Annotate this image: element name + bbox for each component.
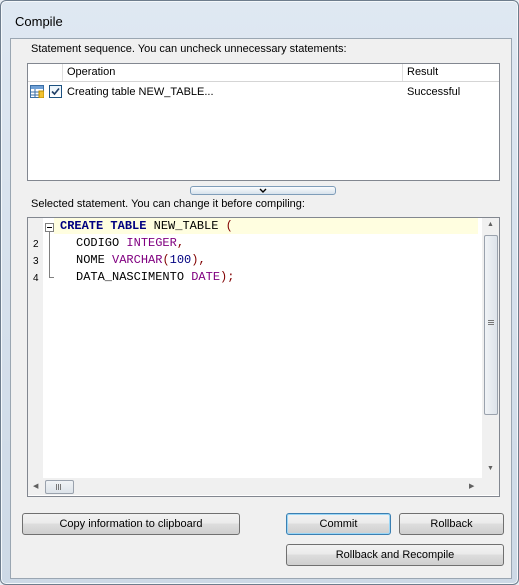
code-line-3: NOME VARCHAR(100), [76, 252, 206, 269]
commit-button[interactable]: Commit [286, 513, 391, 535]
identifier: NOME [76, 253, 105, 267]
splitter-handle[interactable] [190, 186, 336, 195]
dialog-client: Statement sequence. You can uncheck unne… [10, 38, 512, 579]
scroll-left-icon[interactable]: ◀ [33, 482, 38, 490]
code-line-4: DATA_NASCIMENTO DATE); [76, 269, 234, 286]
compile-window: Compile Statement sequence. You can unch… [0, 0, 519, 585]
table-icon [30, 85, 45, 99]
column-header-operation[interactable]: Operation [67, 66, 115, 78]
column-separator [62, 64, 63, 81]
rollback-and-recompile-button[interactable]: Rollback and Recompile [286, 544, 504, 566]
statement-checkbox[interactable] [49, 85, 62, 98]
horizontal-scrollbar[interactable]: ◀ ▶ [28, 478, 482, 495]
line-number: 4 [33, 273, 39, 284]
sql-editor[interactable]: 2 3 4 CREATE TABLE NEW_TABLE ( CODIGO IN… [27, 217, 500, 497]
operation-cell: Creating table NEW_TABLE... [67, 86, 214, 98]
identifier: NEW_TABLE [153, 219, 219, 233]
code-line-1: CREATE TABLE NEW_TABLE ( [60, 218, 233, 235]
punctuation: , [176, 236, 185, 250]
selected-statement-label: Selected statement. You can change it be… [31, 198, 305, 210]
operations-grid: Operation Result Creating table NEW_TABL… [27, 63, 500, 181]
identifier: CODIGO [76, 236, 120, 250]
type-name: VARCHAR [112, 253, 163, 267]
punctuation: ( [162, 253, 170, 267]
copy-to-clipboard-button[interactable]: Copy information to clipboard [22, 513, 240, 535]
chevron-down-icon [259, 188, 267, 193]
scrollbar-corner [482, 478, 499, 495]
column-separator [402, 64, 403, 81]
line-number: 3 [33, 256, 39, 267]
punctuation: ( [225, 219, 233, 233]
statement-sequence-label: Statement sequence. You can uncheck unne… [31, 43, 347, 55]
identifier: DATA_NASCIMENTO [76, 270, 185, 284]
keyword: CREATE [60, 219, 104, 233]
keyword: TABLE [110, 219, 147, 233]
code-line-2: CODIGO INTEGER, [76, 235, 184, 252]
vertical-scrollbar[interactable]: ▲ ▼ [482, 218, 499, 478]
type-name: INTEGER [126, 236, 177, 250]
rollback-button[interactable]: Rollback [399, 513, 504, 535]
fold-toggle-icon[interactable] [45, 223, 54, 232]
type-name: DATE [191, 270, 221, 284]
line-number-gutter: 2 3 4 [28, 218, 43, 478]
fold-guide [49, 232, 50, 278]
grid-header: Operation Result [28, 64, 499, 82]
horizontal-scroll-thumb[interactable] [45, 480, 74, 494]
fold-guide-end [49, 277, 54, 278]
statement-sequence-group: Statement sequence. You can uncheck unne… [17, 39, 503, 185]
punctuation: ; [227, 270, 235, 284]
table-row[interactable]: Creating table NEW_TABLE... Successful [28, 83, 499, 101]
column-header-result[interactable]: Result [407, 66, 438, 78]
number-literal: 100 [169, 253, 192, 267]
vertical-scroll-thumb[interactable] [484, 235, 498, 415]
line-number: 2 [33, 239, 39, 250]
window-title: Compile [15, 14, 63, 29]
result-cell: Successful [407, 86, 461, 98]
scroll-down-icon[interactable]: ▼ [487, 465, 494, 472]
punctuation: , [198, 253, 206, 267]
scroll-up-icon[interactable]: ▲ [487, 221, 494, 228]
scroll-right-icon[interactable]: ▶ [469, 482, 474, 490]
